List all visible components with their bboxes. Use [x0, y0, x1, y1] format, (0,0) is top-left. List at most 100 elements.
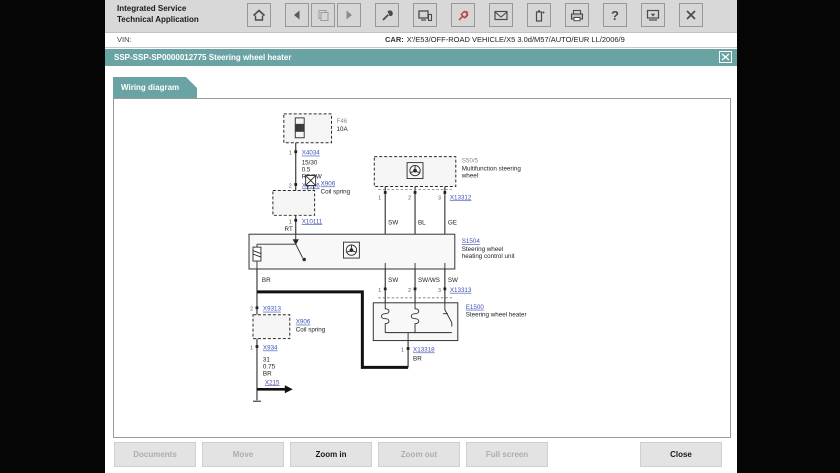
coil-spring-link[interactable]: X906 [296, 319, 311, 326]
fuse-amp-label: 10A [337, 126, 349, 133]
title-bar: Integrated Service Technical Application [105, 0, 737, 33]
full-screen-button: Full screen [466, 442, 548, 467]
ground-link-x215[interactable]: X215 [265, 379, 280, 386]
pin-label: 2 [289, 183, 292, 189]
documents-footer-button: Documents [114, 442, 196, 467]
pin-label: 1 [401, 348, 404, 354]
wire-gauge-label: 0.5 [302, 167, 311, 174]
dialog-close-button[interactable] [719, 51, 732, 63]
wire-color-rt: RT [285, 226, 293, 233]
multifunction-steering-wheel[interactable]: S50/5 Multifunction steering wheel [374, 157, 521, 187]
mfl-name-line2: wheel [461, 173, 478, 180]
mfl-name-line1: Multifunction steering [462, 166, 522, 173]
tab-label: Wiring diagram [121, 83, 179, 92]
home-button[interactable] [247, 3, 271, 27]
wire-gauge-label: 0.75 [263, 363, 276, 370]
forward-arrow-icon [342, 8, 356, 22]
pin-label: 3 [438, 288, 441, 294]
documents-icon [316, 8, 330, 22]
coil-spring-lower[interactable]: 2 X9313 X906 Coil spring 1 X934 [250, 306, 326, 352]
connector-link-x4034[interactable]: X4034 [302, 150, 321, 157]
battery-button[interactable] [527, 3, 551, 27]
coil-spring-upper[interactable]: 2 X4906 X906 Coil spring 1 X10111 RT [273, 176, 351, 234]
footer-toolbar: Documents Move Zoom in Zoom out Full scr… [105, 442, 737, 468]
connector-link-x13312[interactable]: X13312 [450, 194, 472, 201]
printer-icon [569, 8, 585, 23]
toolbar: ? [247, 3, 717, 27]
wire-color-label: SW [388, 277, 398, 284]
wire-color-br: BR [263, 370, 272, 377]
car-value: X'/E53/OFF-ROAD VEHICLE/X5 3.0d/M57/AUTO… [407, 35, 625, 44]
wire-color-label: SW [448, 277, 458, 284]
zoom-out-button: Zoom out [378, 442, 460, 467]
wire-color-br: BR [413, 355, 422, 362]
heater-name: Steering wheel heater [466, 312, 527, 319]
mail-button[interactable] [489, 3, 513, 27]
coil-spring-link[interactable]: X906 [321, 180, 336, 187]
steering-wheel-heater[interactable]: E1500 Steering wheel heater [373, 303, 526, 341]
fuse-component[interactable]: F46 10A [284, 114, 349, 143]
pin-label: 2 [408, 195, 411, 201]
wrench-icon [380, 8, 395, 23]
control-unit-name-line2: heating control unit [462, 253, 515, 260]
dialog-title: SSP-SSP-SP0000012775 Steering wheel heat… [114, 53, 291, 62]
connector-link-x10111[interactable]: X10111 [302, 218, 323, 225]
car-info: CAR:X'/E53/OFF-ROAD VEHICLE/X5 3.0d/M57/… [385, 35, 625, 44]
wire-color-label: SW/WS [418, 277, 440, 284]
wire-color-br: BR [262, 277, 271, 284]
app-title: Integrated Service Technical Application [117, 4, 199, 26]
help-icon: ? [611, 8, 619, 23]
back-button[interactable] [285, 3, 309, 27]
move-button: Move [202, 442, 284, 467]
app-title-line1: Integrated Service [117, 4, 199, 15]
wire-color-bl: BL [418, 219, 426, 226]
back-arrow-icon [290, 8, 304, 22]
connection-plug-icon [456, 8, 471, 23]
pin-label: 1 [250, 346, 253, 352]
wire-color-ge: GE [448, 219, 457, 226]
wiring-diagram: F46 10A 1 X4034 15/30 0.5 RT/SW 2 X4906 [114, 99, 730, 437]
pin-label: 3 [438, 195, 441, 201]
documents-button[interactable] [311, 3, 335, 27]
coil-spring-name: Coil spring [296, 327, 326, 334]
app-title-line2: Technical Application [117, 15, 199, 26]
pin-label: 2 [250, 307, 253, 313]
vin-label: VIN: [117, 35, 132, 44]
heater-link-e1500[interactable]: E1500 [466, 304, 485, 311]
connector-link-x13313[interactable]: X13313 [450, 287, 472, 294]
control-unit-name-line1: Steering wheel [462, 246, 503, 253]
ground-arrow [257, 385, 293, 393]
pin-label: 2 [408, 288, 411, 294]
close-app-button[interactable] [679, 3, 703, 27]
vehicle-info-bar: VIN: CAR:X'/E53/OFF-ROAD VEHICLE/X5 3.0d… [105, 33, 737, 48]
display-button[interactable] [413, 3, 437, 27]
wiring-diagram-panel[interactable]: F46 10A 1 X4034 15/30 0.5 RT/SW 2 X4906 [113, 98, 731, 438]
pin-label: 1 [378, 195, 381, 201]
fullscreen-icon [645, 8, 661, 22]
fuse-id-label: F46 [337, 118, 348, 125]
ista-window: Integrated Service Technical Application [105, 0, 737, 473]
dialog-close-icon [721, 53, 730, 61]
forward-button[interactable] [337, 3, 361, 27]
zoom-in-button[interactable]: Zoom in [290, 442, 372, 467]
close-button[interactable]: Close [640, 442, 722, 467]
car-label: CAR: [385, 35, 404, 44]
dialog-title-bar: SSP-SSP-SP0000012775 Steering wheel heat… [105, 49, 737, 66]
coil-spring-name: Coil spring [321, 188, 351, 195]
connector-link-x934[interactable]: X934 [263, 345, 278, 352]
heating-control-unit[interactable]: S1504 Steering wheel heating control uni… [249, 234, 515, 269]
mfl-id-label: S50/5 [462, 158, 479, 165]
control-unit-link[interactable]: S1504 [462, 238, 481, 245]
envelope-icon [493, 8, 509, 22]
ground-terminal-label: 31 [263, 356, 270, 363]
pin-label: 1 [289, 151, 292, 157]
help-button[interactable]: ? [603, 3, 627, 27]
fullscreen-button[interactable] [641, 3, 665, 27]
tools-button[interactable] [375, 3, 399, 27]
connector-link-x9313[interactable]: X9313 [263, 306, 282, 313]
tab-wiring-diagram[interactable]: Wiring diagram [113, 77, 197, 98]
print-button[interactable] [565, 3, 589, 27]
connection-button[interactable] [451, 3, 475, 27]
pin-label: 1 [289, 219, 292, 225]
connector-link-x13318[interactable]: X13318 [413, 347, 435, 354]
